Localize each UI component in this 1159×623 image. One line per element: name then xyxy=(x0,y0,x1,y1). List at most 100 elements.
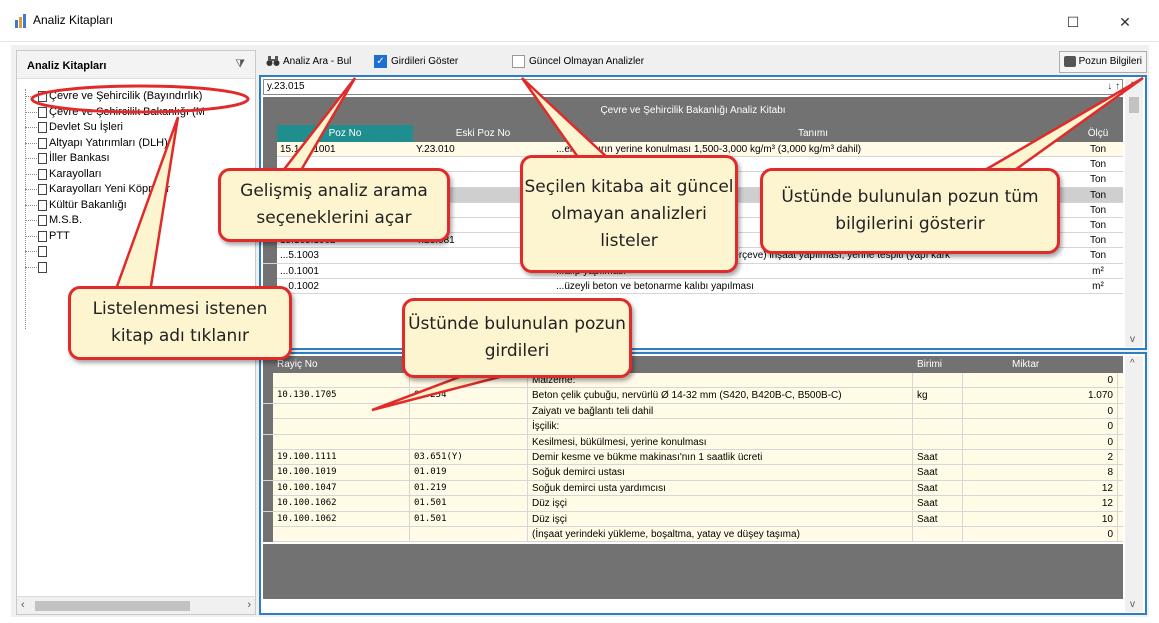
input-row[interactable]: 10.100.1019 01.019 Soğuk demirci ustası Saa… xyxy=(263,465,1123,481)
col-birim[interactable]: Birimi xyxy=(913,356,963,373)
row-indicator xyxy=(263,248,277,264)
input-row[interactable]: Kesilmesi, bükülmesi, yerine konulması 0 xyxy=(263,434,1123,450)
cell-eski-no xyxy=(410,403,528,419)
show-inputs-checkbox[interactable]: ✓ Girdileri Göster xyxy=(371,52,458,72)
cell-miktar: 12 xyxy=(963,480,1118,496)
cell-olcu: m² xyxy=(1092,265,1104,277)
scroll-thumb[interactable] xyxy=(1129,97,1139,113)
horizontal-scrollbar[interactable]: ‹ › xyxy=(17,596,255,614)
tree-connector xyxy=(25,266,37,268)
input-row[interactable]: İşçilik: 0 xyxy=(263,419,1123,435)
document-icon xyxy=(38,230,47,242)
funnel-icon[interactable]: ⧩ xyxy=(235,58,245,71)
tree-item-label: Karayolları xyxy=(49,167,102,180)
toolbar: Analiz Ara - Bul ✓ Girdileri Göster Günce… xyxy=(259,50,1147,74)
document-icon xyxy=(38,184,47,195)
window-title: Analiz Kitapları xyxy=(33,13,114,27)
tree-item[interactable]: Altyapı Yatırımları (DLH) xyxy=(25,136,253,152)
inputs-grid-header: Rayiç No Birimi Miktar xyxy=(263,356,1123,373)
cell-eski-no xyxy=(410,419,528,435)
cell-rayic-no xyxy=(273,526,410,542)
position-info-button[interactable]: Pozun Bilgileri xyxy=(1058,51,1147,73)
cell-olcu: Ton xyxy=(1089,189,1107,201)
scroll-down-icon[interactable]: v xyxy=(1130,599,1135,610)
cell-miktar: 0 xyxy=(963,526,1118,542)
grid-vertical-scrollbar[interactable]: ^ v xyxy=(1125,79,1143,347)
input-row[interactable]: 10.100.1062 01.501 Düz işçi Saat 12 xyxy=(263,496,1123,512)
row-indicator xyxy=(263,465,273,481)
col-miktar[interactable]: Miktar xyxy=(1008,356,1068,373)
tree-item-label: İller Bankası xyxy=(49,152,110,164)
cell-birim: Saat xyxy=(913,465,963,481)
tree-item-label: Çevre ve Şehircilik (Bayındırlık) xyxy=(49,90,203,102)
cell-eski-no: 01.501 xyxy=(410,511,528,527)
cell-tanim: ...üzeyli beton ve betonarme kalıbı yapı… xyxy=(556,280,754,292)
scroll-up-icon[interactable]: ^ xyxy=(1130,81,1135,92)
input-row[interactable]: 19.100.1111 03.651(Y) Demir kesme ve bükme… xyxy=(263,449,1123,466)
search-analysis-button[interactable]: Analiz Ara - Bul xyxy=(263,52,351,72)
cell-olcu: Ton xyxy=(1089,250,1107,262)
cell-olcu: Ton xyxy=(1089,159,1107,171)
cell-rayic-no: 10.100.1062 xyxy=(273,511,410,527)
cell-tanim: Soğuk demirci usta yardımcısı xyxy=(528,480,913,496)
cell-miktar: 0 xyxy=(963,434,1118,450)
cell-eski-poz-no xyxy=(413,279,553,294)
cell-rayic-no: 19.100.1111 xyxy=(273,449,410,465)
tree-item-label: Karayolları Yeni Köprüler xyxy=(49,183,171,195)
maximize-button[interactable]: ☐ xyxy=(1058,10,1088,34)
col-eski-poz-no[interactable]: Eski Poz No xyxy=(413,125,553,142)
grid-empty-area xyxy=(263,544,1123,599)
input-row[interactable]: 10.100.1047 01.219 Soğuk demirci usta yard… xyxy=(263,480,1123,497)
tree-connector xyxy=(25,158,37,159)
inputs-grid-rows: Malzeme: 0 10.130.1705 04.254 Beton çelik çu… xyxy=(263,373,1123,543)
col-poz-no[interactable]: Poz No xyxy=(277,125,413,142)
input-row[interactable]: (İnşaat yerindeki yükleme, boşaltma, yat… xyxy=(263,526,1123,543)
scroll-down-icon[interactable]: v xyxy=(1130,334,1135,345)
document-icon xyxy=(38,153,47,164)
inputs-grid: Rayiç No Birimi Miktar Malzeme: 0 10.130.1… xyxy=(259,352,1147,615)
tree-item-label: Devlet Su İşleri xyxy=(49,121,123,133)
cell-birim: Saat xyxy=(913,496,963,512)
scroll-left-icon[interactable]: ‹ xyxy=(21,599,25,611)
cell-eski-no: 01.501 xyxy=(410,496,528,512)
callout-info: Üstünde bulunulan pozun tüm bilgilerini … xyxy=(760,168,1060,254)
cell-miktar: 10 xyxy=(963,511,1118,527)
app-icon xyxy=(15,14,26,28)
search-input[interactable]: y.23.015 ↓ ↑ xyxy=(263,79,1123,95)
outdated-analyses-checkbox[interactable]: Güncel Olmayan Analizler xyxy=(509,52,644,72)
row-indicator xyxy=(263,263,277,279)
book-list-title: Analiz Kitapları xyxy=(27,60,107,72)
input-row[interactable]: Malzeme: 0 xyxy=(263,373,1123,389)
cell-rayic-no: 10.100.1047 xyxy=(273,480,410,496)
scroll-right-icon[interactable]: › xyxy=(247,599,251,611)
arrow-up-down-icon[interactable]: ↓ ↑ xyxy=(1107,80,1120,94)
tree-item[interactable]: Çevre ve Şehircilik (Bayındırlık) xyxy=(25,89,253,105)
inputs-vertical-scrollbar[interactable]: ^ v xyxy=(1125,356,1143,612)
col-tanim[interactable]: Tanımı xyxy=(553,125,1073,142)
grid-row[interactable]: ...0.1002 ...üzeyli beton ve betonarme ka… xyxy=(263,278,1123,294)
scroll-thumb[interactable] xyxy=(35,601,190,611)
tree-item[interactable] xyxy=(25,244,253,260)
cell-olcu: Ton xyxy=(1089,174,1107,186)
tree-item[interactable]: İller Bankası xyxy=(25,151,253,167)
tree-item-label: Çevre ve Şehircilik Bakanlığı (M xyxy=(49,105,205,118)
input-row[interactable]: Zaiyatı ve bağlantı teli dahil 0 xyxy=(263,403,1123,420)
tree-connector xyxy=(25,111,37,113)
cell-eski-no xyxy=(410,434,528,450)
tree-item[interactable] xyxy=(25,260,253,276)
cell-rayic-no xyxy=(273,434,410,450)
tree-item[interactable]: Devlet Su İşleri xyxy=(25,120,253,136)
col-rayic-no[interactable]: Rayiç No xyxy=(273,356,410,373)
checkmark-icon: ✓ xyxy=(374,54,387,68)
tree-item[interactable]: Çevre ve Şehircilik Bakanlığı (M xyxy=(25,105,253,121)
input-row[interactable]: 10.100.1062 01.501 Düz işçi Saat 10 xyxy=(263,511,1123,527)
position-info-label: Pozun Bilgileri xyxy=(1078,56,1142,67)
tree-connector xyxy=(25,220,37,221)
cell-olcu: Ton xyxy=(1089,204,1107,216)
col-olcu[interactable]: Ölçü xyxy=(1073,125,1123,142)
cell-poz-no: 15.160.1001 xyxy=(280,144,336,155)
close-button[interactable]: ✕ xyxy=(1110,10,1140,34)
scroll-up-icon[interactable]: ^ xyxy=(1130,358,1135,369)
input-row[interactable]: 10.130.1705 04.254 Beton çelik çubuğu, ner… xyxy=(263,388,1123,404)
row-indicator xyxy=(263,373,273,388)
